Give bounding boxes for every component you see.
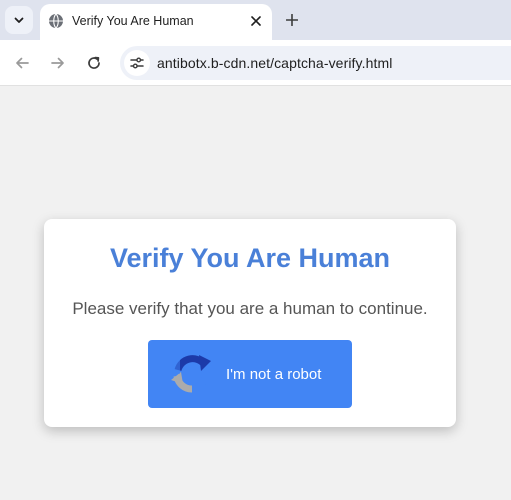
- reload-icon: [88, 56, 100, 69]
- verification-card: Verify You Are Human Please verify that …: [44, 219, 456, 427]
- site-info-button[interactable]: [124, 50, 150, 76]
- tab-close-button[interactable]: [246, 11, 266, 31]
- url-text[interactable]: antibotx.b-cdn.net/captcha-verify.html: [157, 55, 392, 71]
- close-icon: [251, 16, 261, 26]
- plus-icon: [286, 14, 298, 26]
- browser-toolbar: antibotx.b-cdn.net/captcha-verify.html: [0, 40, 511, 86]
- forward-button[interactable]: [45, 50, 71, 76]
- chevron-down-icon: [14, 17, 24, 23]
- back-button[interactable]: [9, 50, 35, 76]
- verification-message: Please verify that you are a human to co…: [72, 299, 428, 318]
- recaptcha-icon: [171, 355, 211, 393]
- page-title: Verify You Are Human: [109, 243, 391, 273]
- im-not-a-robot-label: I'm not a robot: [226, 366, 322, 383]
- tab-search-button[interactable]: [5, 6, 33, 34]
- tune-icon: [130, 57, 144, 69]
- arrow-left-icon: [16, 57, 29, 69]
- im-not-a-robot-button[interactable]: I'm not a robot: [148, 340, 352, 408]
- active-tab[interactable]: Verify You Are Human: [40, 4, 272, 40]
- address-bar[interactable]: antibotx.b-cdn.net/captcha-verify.html: [120, 46, 511, 80]
- reload-button[interactable]: [81, 50, 107, 76]
- tab-title: Verify You Are Human: [72, 14, 194, 28]
- tab-strip: Verify You Are Human: [0, 0, 511, 40]
- new-tab-button[interactable]: [280, 8, 304, 32]
- arrow-right-icon: [51, 57, 64, 69]
- globe-icon: [49, 13, 63, 29]
